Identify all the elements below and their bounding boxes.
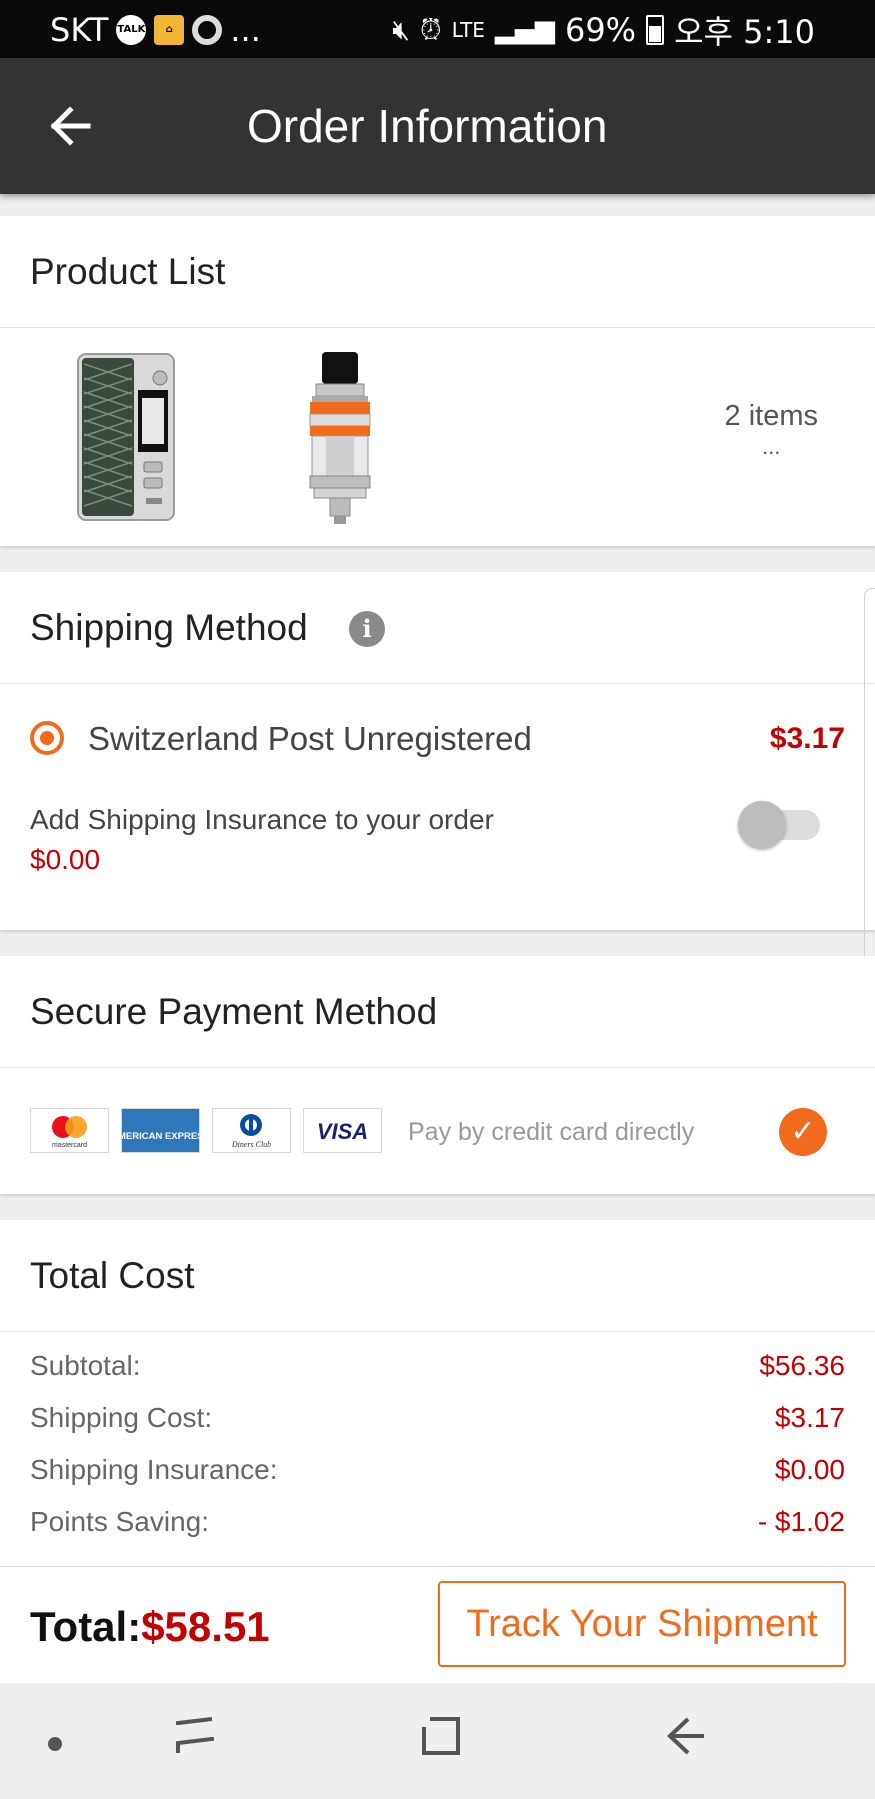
visa-logo: VISA (303, 1108, 382, 1153)
product-image-box-mod[interactable] (72, 350, 182, 525)
app-notification-icon: ⌂ (154, 15, 185, 45)
shipping-insurance-row: Add Shipping Insurance to your order $0.… (0, 801, 875, 914)
items-more-ellipsis: ... (762, 434, 781, 459)
shipping-option-radio[interactable] (30, 721, 64, 755)
cost-label: Shipping Insurance: (30, 1454, 278, 1485)
page-title: Order Information (247, 100, 608, 152)
shipping-method-title: Shipping Method (30, 607, 308, 648)
shipping-option[interactable]: Switzerland Post Unregistered $3.17 (0, 684, 875, 804)
insurance-toggle[interactable] (738, 801, 820, 849)
back-arrow-icon[interactable] (40, 96, 100, 156)
product-list-body[interactable]: 2 items ... (0, 328, 875, 545)
payment-method-title: Secure Payment Method (0, 956, 875, 1068)
circle-notification-icon (192, 15, 223, 45)
bottom-action-bar: Total:$58.51 Track Your Shipment (0, 1566, 875, 1684)
mastercard-logo: mastercard (30, 1108, 109, 1153)
insurance-price: $0.00 (30, 844, 101, 875)
cost-label: Shipping Cost: (30, 1402, 213, 1433)
insurance-label: Add Shipping Insurance to your order (30, 804, 494, 835)
recent-apps-icon[interactable] (172, 1713, 218, 1764)
mastercard-text: mastercard (52, 1142, 87, 1149)
mute-icon: 🔇︎ (392, 13, 410, 46)
alarm-icon: ⏰︎ (419, 13, 442, 46)
network-label: LTE (451, 18, 485, 42)
product-list-card: Product List 2 items ... (0, 216, 875, 546)
cost-row-points: Points Saving: - $1.02 (0, 1496, 875, 1548)
app-bar: Order Information (0, 58, 875, 194)
carrier-label: SKT (50, 11, 109, 49)
payment-option[interactable]: mastercard AMERICAN EXPRESS Diners Club … (0, 1068, 875, 1194)
order-total-amount: $58.51 (141, 1603, 270, 1650)
shipping-method-header: Shipping Method i (0, 572, 875, 684)
kakaotalk-icon: TALK (116, 15, 147, 45)
more-notifications: ... (230, 11, 261, 49)
cost-row-insurance: Shipping Insurance: $0.00 (0, 1444, 875, 1496)
amex-text: AMERICAN EXPRESS (122, 1131, 199, 1142)
total-cost-title: Total Cost (0, 1220, 875, 1332)
items-count[interactable]: 2 items ... (724, 400, 818, 459)
cost-label: Points Saving: (30, 1506, 209, 1537)
status-left: SKT TALK ⌂ ... (50, 10, 261, 50)
signal-icon: ▂▄▆ (494, 15, 555, 45)
diners-club-logo: Diners Club (212, 1108, 291, 1153)
cost-value: - $1.02 (757, 1506, 845, 1537)
product-list-title: Product List (0, 216, 875, 328)
total-cost-card: Total Cost Subtotal: $56.36 Shipping Cos… (0, 1220, 875, 1566)
battery-percent: 69% (564, 11, 637, 49)
payment-selected-check-icon[interactable]: ✓ (779, 1108, 827, 1156)
system-nav-bar (0, 1683, 875, 1799)
diners-text: Diners Club (231, 1140, 271, 1149)
status-right: 🔇︎ ⏰︎ LTE ▂▄▆ 69% 오후 5:10 (392, 10, 815, 51)
info-icon[interactable]: i (349, 611, 385, 647)
clock: 오후 5:10 (674, 13, 815, 51)
cost-label: Subtotal: (30, 1350, 141, 1381)
back-nav-icon[interactable] (664, 1713, 710, 1764)
order-total: Total:$58.51 (30, 1603, 270, 1651)
items-count-label: 2 items (724, 400, 818, 432)
status-bar: SKT TALK ⌂ ... 🔇︎ ⏰︎ LTE ▂▄▆ 69% 오후 5:10 (0, 0, 875, 58)
home-icon[interactable] (418, 1713, 464, 1764)
track-shipment-button[interactable]: Track Your Shipment (438, 1581, 846, 1667)
visa-text: VISA (317, 1119, 368, 1144)
cost-value: $3.17 (774, 1402, 845, 1433)
cost-value: $0.00 (774, 1454, 845, 1485)
payment-method-card: Secure Payment Method mastercard AMERICA… (0, 956, 875, 1194)
pay-by-card-label: Pay by credit card directly (408, 1118, 695, 1146)
cost-row-shipping: Shipping Cost: $3.17 (0, 1392, 875, 1444)
cost-value: $56.36 (759, 1350, 845, 1381)
cost-row-subtotal: Subtotal: $56.36 (0, 1340, 875, 1392)
battery-icon (646, 15, 665, 45)
product-image-tank[interactable] (300, 350, 380, 530)
order-total-label: Total: (30, 1603, 142, 1650)
nav-dot-icon[interactable] (48, 1737, 62, 1751)
shipping-option-label: Switzerland Post Unregistered (88, 720, 532, 757)
amex-logo: AMERICAN EXPRESS (121, 1108, 200, 1153)
shipping-option-price: $3.17 (769, 722, 845, 755)
cost-breakdown: Subtotal: $56.36 Shipping Cost: $3.17 Sh… (0, 1332, 875, 1548)
insurance-toggle-knob (738, 801, 786, 849)
side-scroll-indicator (864, 588, 875, 980)
shipping-method-card: Shipping Method i Switzerland Post Unreg… (0, 572, 875, 930)
